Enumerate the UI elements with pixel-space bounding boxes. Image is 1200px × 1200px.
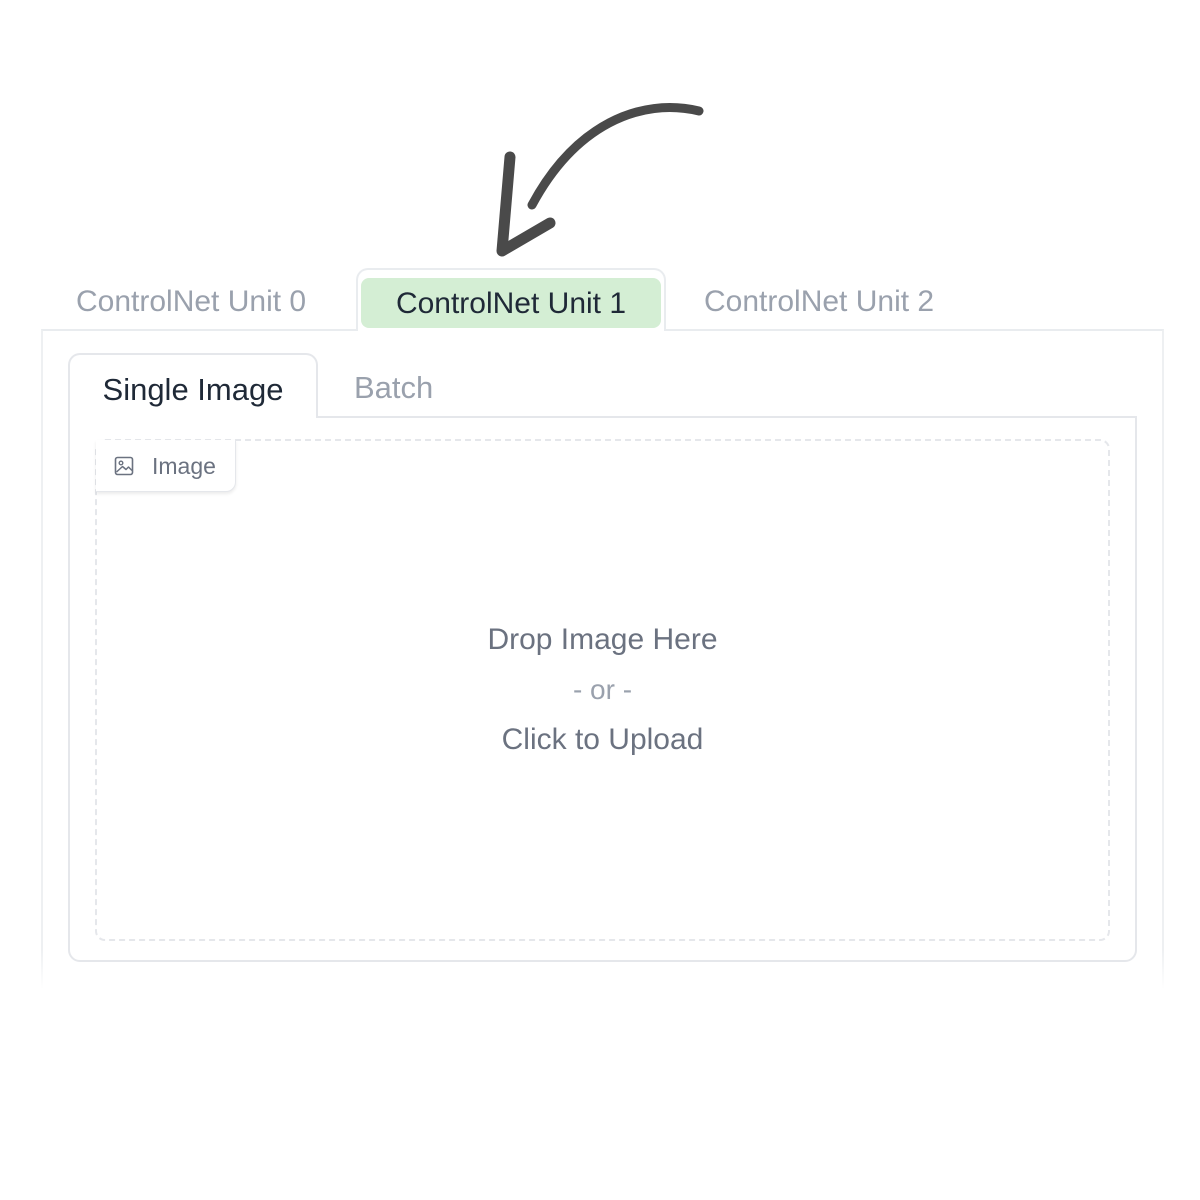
or-separator: - or - — [572, 674, 633, 705]
image-label-text: Image — [152, 453, 216, 479]
input-mode-tabs: Single Image Batch — [68, 353, 1137, 418]
tab-label: ControlNet Unit 2 — [704, 285, 935, 318]
tab-label: ControlNet Unit 1 — [361, 278, 661, 328]
tab-controlnet-unit-1[interactable]: ControlNet Unit 1 — [356, 268, 666, 331]
image-input-label: Image — [96, 440, 236, 492]
upload-instructions[interactable]: Drop Image Here - or - Click to Upload — [95, 615, 1110, 765]
tab-label: Single Image — [102, 372, 284, 407]
controlnet-unit-tabs: ControlNet Unit 0 ControlNet Unit 1 Cont… — [42, 268, 1164, 331]
tab-label: ControlNet Unit 0 — [76, 285, 307, 318]
tab-controlnet-unit-2[interactable]: ControlNet Unit 2 — [704, 268, 934, 330]
page: ControlNet Unit 0 ControlNet Unit 1 Cont… — [0, 0, 1200, 1200]
tab-label: Batch — [354, 370, 434, 405]
tab-batch[interactable]: Batch — [354, 353, 433, 417]
click-to-upload-text[interactable]: Click to Upload — [95, 715, 1110, 765]
image-icon — [114, 456, 134, 476]
curved-arrow-icon — [496, 103, 704, 257]
drop-image-text: Drop Image Here — [487, 623, 718, 656]
tab-single-image[interactable]: Single Image — [68, 353, 318, 418]
tab-controlnet-unit-0[interactable]: ControlNet Unit 0 — [76, 268, 306, 330]
